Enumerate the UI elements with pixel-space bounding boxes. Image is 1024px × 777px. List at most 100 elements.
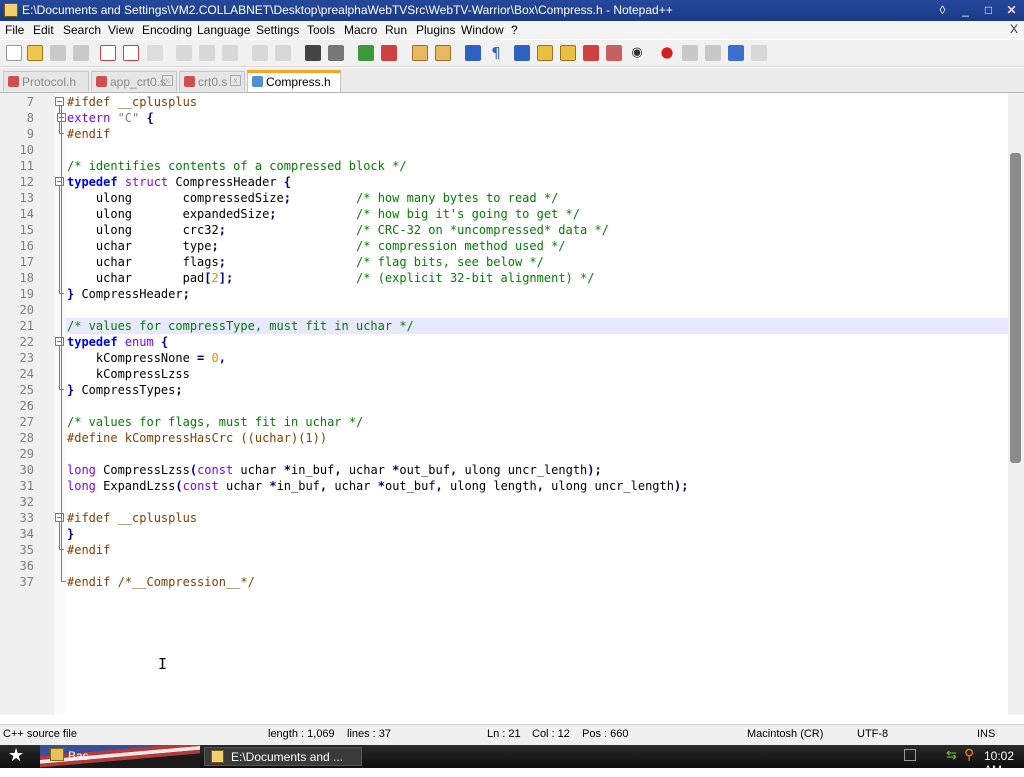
replace-icon[interactable] (328, 45, 344, 61)
code-line[interactable]: #define kCompressHasCrc ((uchar)(1)) (67, 430, 327, 446)
search-icon[interactable]: ⚲ (964, 747, 978, 761)
code-line[interactable]: kCompressNone = 0, (67, 350, 226, 366)
network-icon[interactable]: ⇆ (946, 748, 960, 762)
menu-view[interactable]: View (108, 23, 134, 37)
menu-help[interactable]: ? (511, 23, 518, 37)
tray-window-icon[interactable] (904, 749, 916, 761)
code-line[interactable]: } (67, 526, 74, 542)
close-button[interactable]: ✕ (1003, 2, 1020, 18)
code-line[interactable]: long ExpandLzss(const uchar *in_buf, uch… (67, 478, 688, 494)
menu-encoding[interactable]: Encoding (142, 23, 192, 37)
playback-macro-icon[interactable] (705, 45, 721, 61)
tab-crt0-s[interactable]: crt0.s x (179, 71, 245, 91)
doc-map-icon[interactable] (560, 45, 576, 61)
menu-tools[interactable]: Tools (307, 23, 335, 37)
fold-toggle-icon[interactable] (55, 513, 64, 522)
redo-icon[interactable] (275, 45, 291, 61)
maximize-button[interactable]: □ (980, 2, 997, 18)
code-editor[interactable]: #ifdef __cplusplus extern "C" {#endif/* i… (0, 93, 1008, 715)
minimize-button[interactable]: _ (957, 2, 974, 18)
code-line[interactable]: #endif /*__Compression__*/ (67, 574, 255, 590)
menu-settings[interactable]: Settings (256, 23, 299, 37)
cut-icon[interactable] (176, 45, 192, 61)
code-line[interactable]: ulong crc32; /* CRC-32 on *uncompressed*… (67, 222, 609, 238)
stop-recording-icon[interactable] (682, 45, 698, 61)
code-line[interactable]: kCompressLzss (67, 366, 190, 382)
menu-search[interactable]: Search (63, 23, 101, 37)
window-titlebar[interactable]: E:\Documents and Settings\VM2.COLLABNET\… (0, 0, 1024, 21)
print-icon[interactable] (147, 45, 163, 61)
scrollbar-thumb[interactable] (1010, 153, 1021, 463)
menu-run[interactable]: Run (385, 23, 407, 37)
code-line[interactable]: #endif (67, 542, 110, 558)
tab-protocol-h[interactable]: Protocol.h (3, 71, 89, 91)
open-file-icon[interactable] (27, 45, 43, 61)
code-line[interactable]: #ifdef __cplusplus (67, 510, 197, 526)
run-macro-multiple-icon[interactable] (728, 45, 744, 61)
tab-app-crt0-s[interactable]: app_crt0.s x (91, 71, 177, 91)
user-language-icon[interactable] (537, 45, 553, 61)
code-line[interactable]: } CompressTypes; (67, 382, 183, 398)
code-line[interactable]: uchar type; /* compression method used *… (67, 238, 566, 254)
menu-macro[interactable]: Macro (344, 23, 377, 37)
new-file-icon[interactable] (6, 45, 22, 61)
line-number: 8 (26, 111, 34, 125)
restore-icon[interactable]: ◊ (934, 2, 951, 18)
code-line[interactable]: uchar pad[2]; /* (explicit 32-bit alignm… (67, 270, 595, 286)
code-line[interactable]: } CompressHeader; (67, 286, 190, 302)
code-line[interactable]: /* values for compressType, must fit in … (67, 318, 414, 334)
save-macro-icon[interactable] (751, 45, 767, 61)
code-line[interactable]: typedef struct CompressHeader { (67, 174, 291, 190)
menu-language[interactable]: Language (197, 23, 250, 37)
code-line[interactable]: ulong expandedSize; /* how big it's goin… (67, 206, 580, 222)
fold-toggle-icon[interactable] (55, 177, 64, 186)
close-tab-icon[interactable]: x (230, 75, 241, 86)
sync-vertical-icon[interactable] (412, 45, 428, 61)
sync-horizontal-icon[interactable] (435, 45, 451, 61)
encoding-label[interactable]: UTF-8 (857, 728, 888, 740)
folder-workspace-icon[interactable] (606, 45, 622, 61)
vertical-scrollbar[interactable] (1008, 93, 1024, 715)
code-line[interactable]: extern "C" { (67, 110, 154, 126)
close-file-icon[interactable] (100, 45, 116, 61)
code-line[interactable]: #ifdef __cplusplus (67, 94, 197, 110)
menu-edit[interactable]: Edit (33, 23, 54, 37)
quick-launch-folder[interactable]: Bas (40, 745, 200, 768)
menu-plugins[interactable]: Plugins (416, 23, 455, 37)
code-line[interactable]: long CompressLzss(const uchar *in_buf, u… (67, 462, 602, 478)
indent-guide-icon[interactable] (514, 45, 530, 61)
save-icon[interactable] (50, 45, 66, 61)
close-all-icon[interactable] (123, 45, 139, 61)
save-all-icon[interactable] (73, 45, 89, 61)
code-line[interactable]: typedef enum { (67, 334, 168, 350)
find-icon[interactable] (305, 45, 321, 61)
fold-toggle-icon[interactable] (55, 97, 64, 106)
start-button[interactable]: ★ (0, 745, 40, 768)
code-line[interactable]: /* identifies contents of a compressed b… (67, 158, 407, 174)
show-all-characters-icon[interactable]: ¶ (488, 45, 504, 61)
code-line[interactable]: #endif (67, 126, 110, 142)
monitoring-icon[interactable]: ◉ (629, 45, 645, 61)
record-macro-icon[interactable] (661, 47, 673, 59)
close-document-button[interactable]: X (1010, 22, 1018, 36)
code-line[interactable]: /* values for flags, must fit in uchar *… (67, 414, 363, 430)
menu-window[interactable]: Window (461, 23, 504, 37)
zoom-out-icon[interactable] (381, 45, 397, 61)
copy-icon[interactable] (199, 45, 215, 61)
zoom-in-icon[interactable] (358, 45, 374, 61)
code-line[interactable]: ulong compressedSize; /* how many bytes … (67, 190, 558, 206)
tab-compress-h[interactable]: Compress.h (247, 70, 341, 92)
menu-file[interactable]: File (5, 23, 24, 37)
function-list-icon[interactable] (583, 45, 599, 61)
fold-margin[interactable] (54, 93, 66, 715)
fold-toggle-icon[interactable] (55, 337, 64, 346)
close-tab-icon[interactable]: x (162, 75, 173, 86)
paste-icon[interactable] (222, 45, 238, 61)
taskbar-item-notepad[interactable]: E:\Documents and ... (204, 747, 362, 766)
insert-mode[interactable]: INS (977, 728, 995, 740)
eol-format[interactable]: Macintosh (CR) (747, 728, 823, 740)
undo-icon[interactable] (252, 45, 268, 61)
word-wrap-icon[interactable] (465, 45, 481, 61)
clock[interactable]: 10:02 AM (984, 749, 1024, 777)
code-line[interactable]: uchar flags; /* flag bits, see below */ (67, 254, 544, 270)
